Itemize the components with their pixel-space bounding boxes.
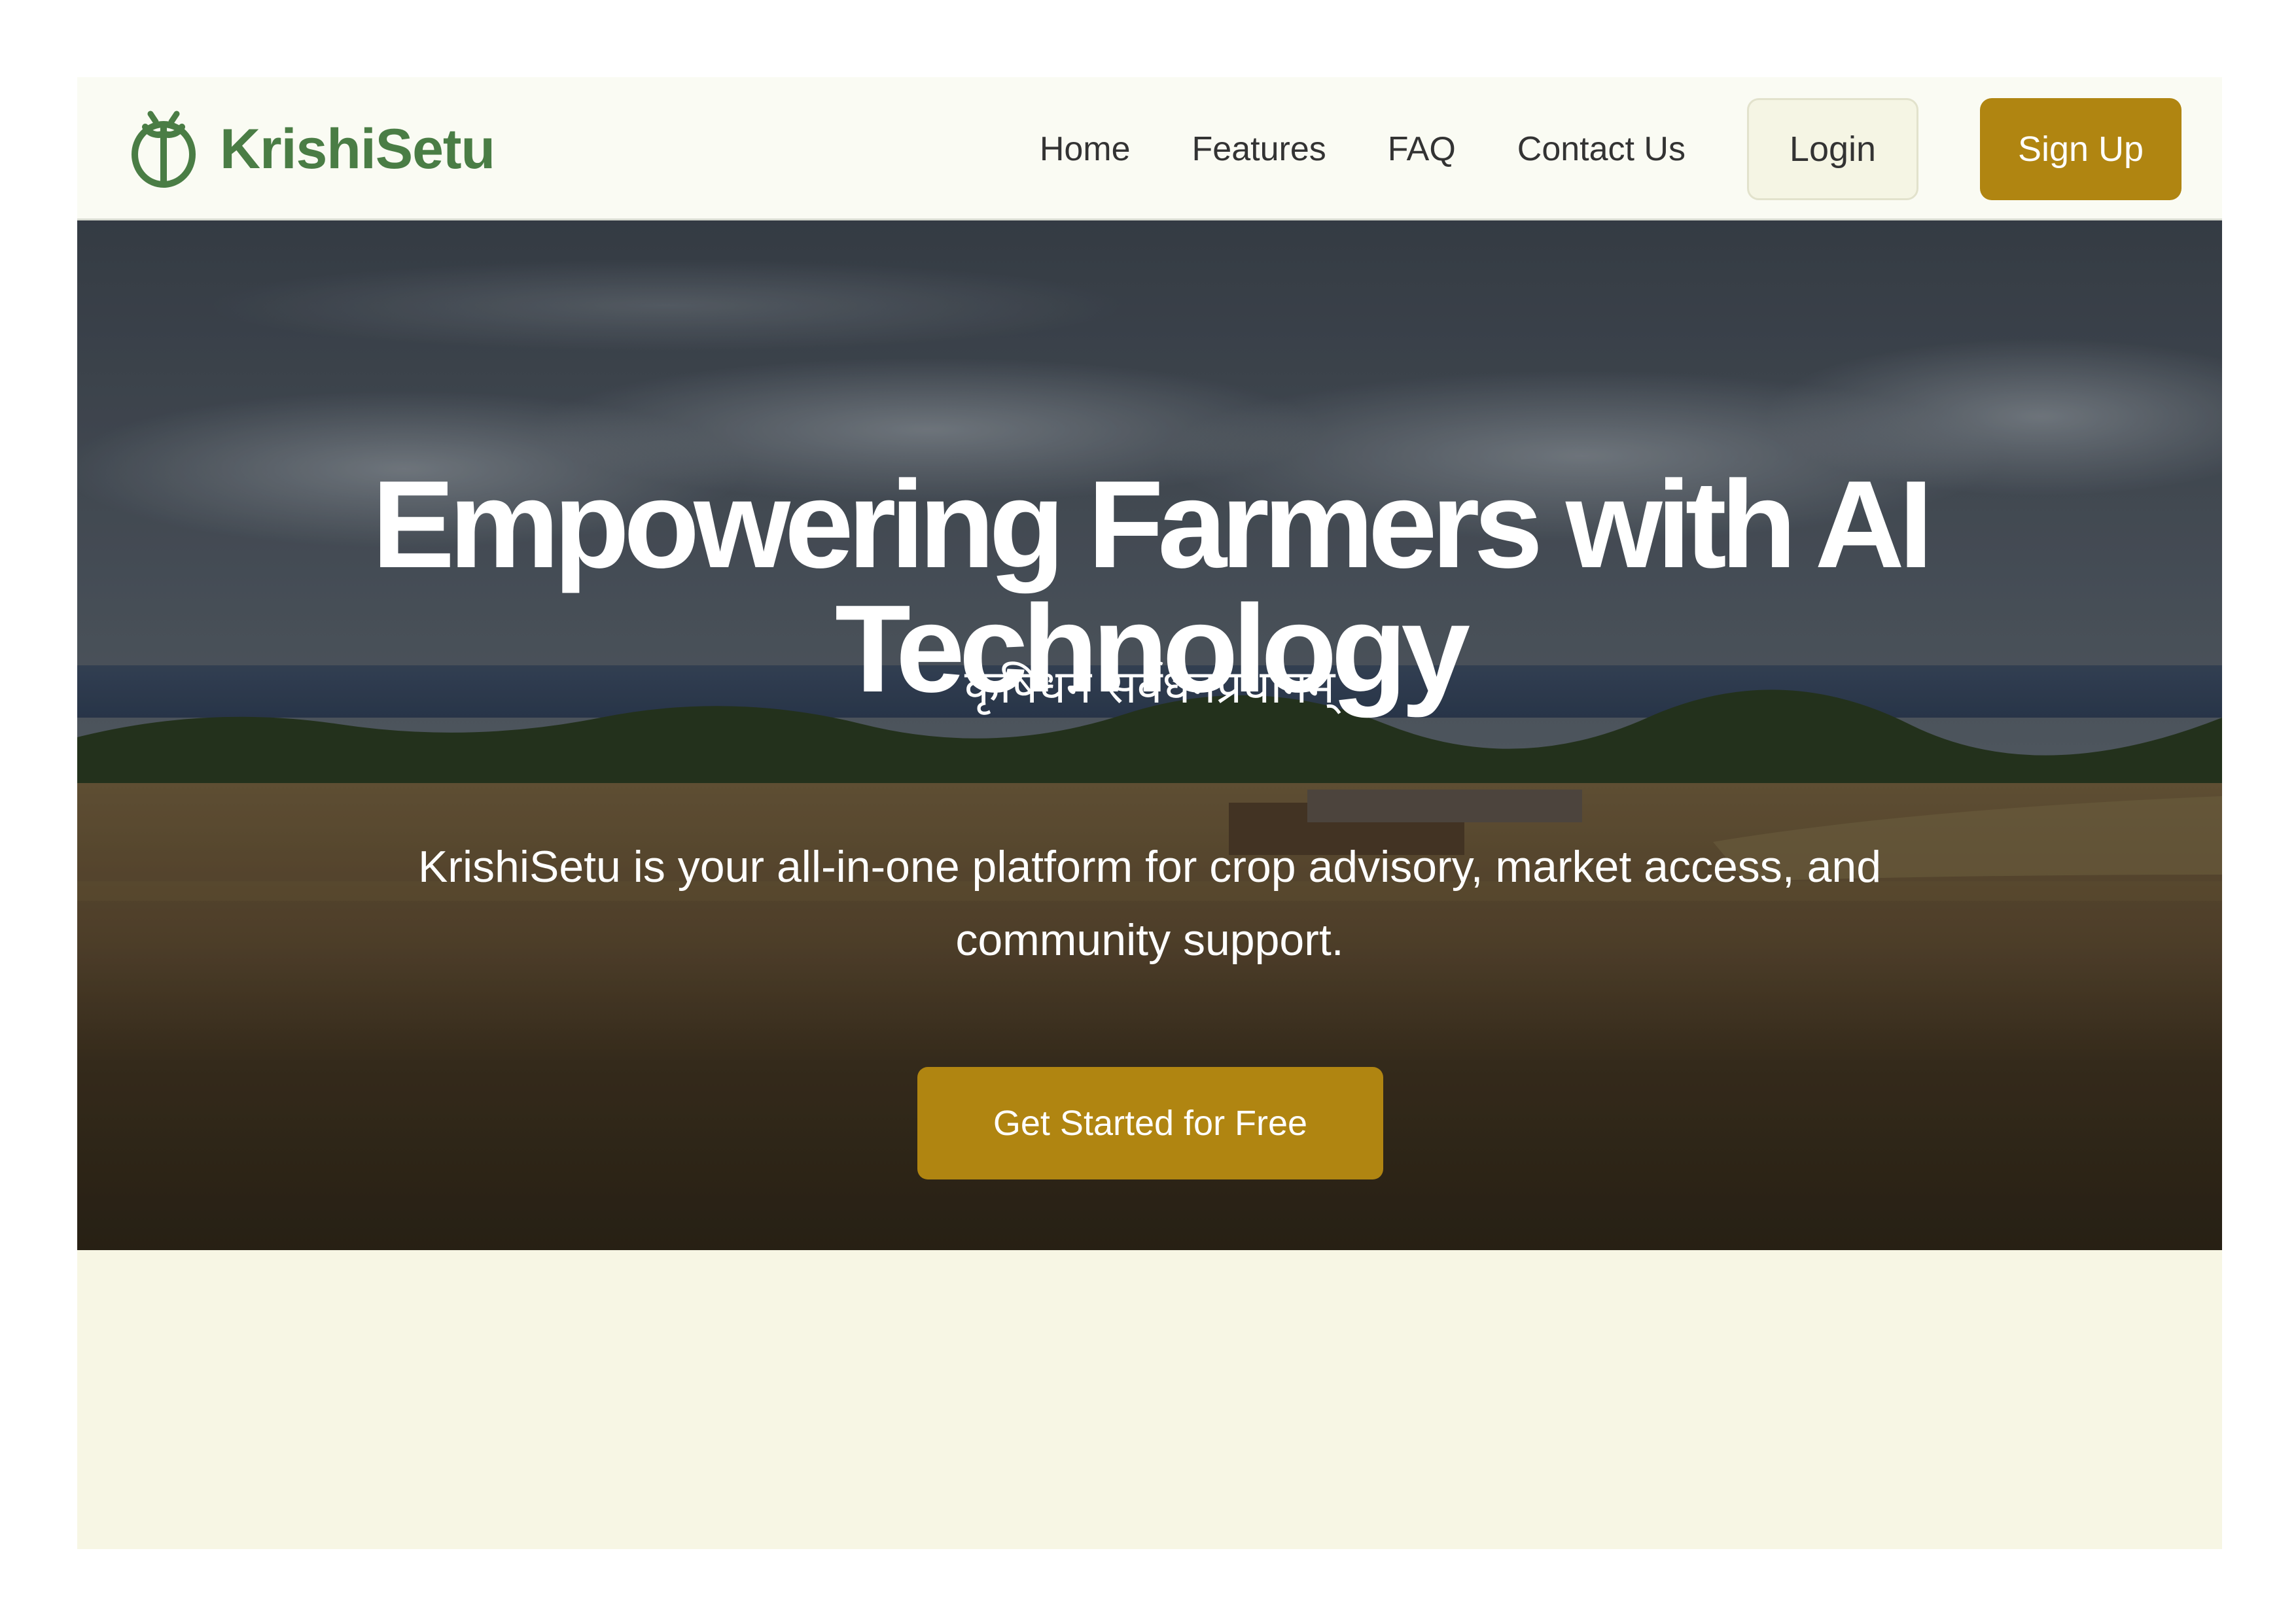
lower-section [77, 1250, 2222, 1549]
navbar: KrishiSetu Home Features FAQ Contact Us … [77, 77, 2222, 220]
brand-logo[interactable]: KrishiSetu [127, 110, 495, 188]
hero-sanskrit-tagline: कृषिधनं सर्वधनप्रधानम् [964, 660, 1335, 714]
nav-link-features[interactable]: Features [1192, 130, 1326, 169]
hero-description: KrishiSetu is your all-in-one platform f… [417, 842, 1882, 965]
nav-links: Home Features FAQ Contact Us Login Sign … [1040, 77, 2222, 220]
hero-content: Empowering Farmers with AI Technology कृ… [77, 220, 2222, 1250]
nav-link-home[interactable]: Home [1040, 130, 1131, 169]
hero-section: Empowering Farmers with AI Technology कृ… [77, 220, 2222, 1250]
brand-name: KrishiSetu [220, 117, 495, 181]
page-frame: KrishiSetu Home Features FAQ Contact Us … [77, 77, 2222, 1549]
signup-button[interactable]: Sign Up [1980, 97, 2181, 200]
get-started-button[interactable]: Get Started for Free [917, 1067, 1383, 1179]
nav-link-faq[interactable]: FAQ [1388, 130, 1456, 169]
nav-link-contact-us[interactable]: Contact Us [1517, 130, 1686, 169]
login-button[interactable]: Login [1747, 97, 1918, 200]
sprout-seed-icon [132, 111, 196, 188]
